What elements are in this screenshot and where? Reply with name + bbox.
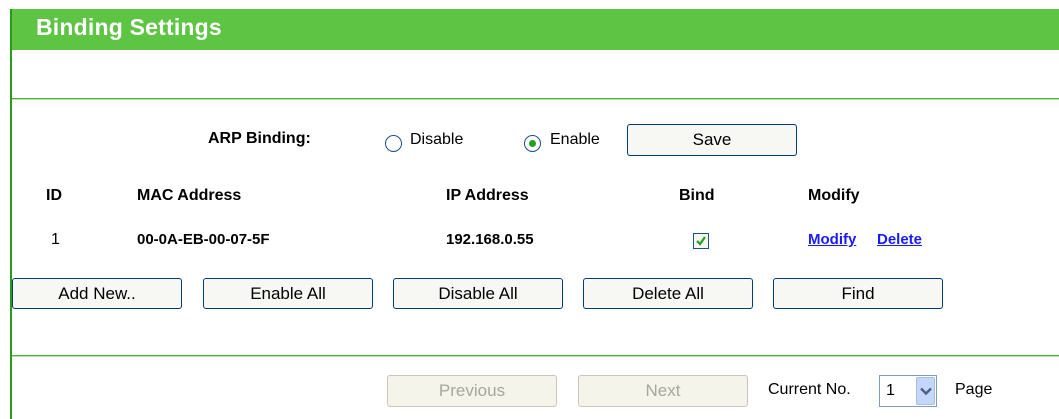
page-title: Binding Settings bbox=[36, 14, 222, 40]
delete-link[interactable]: Delete bbox=[877, 231, 922, 248]
arp-enable-label: Enable bbox=[550, 131, 600, 148]
check-icon bbox=[696, 236, 706, 246]
arp-enable-radio[interactable] bbox=[524, 135, 541, 152]
save-button[interactable]: Save bbox=[627, 124, 797, 156]
arp-disable-label: Disable bbox=[410, 131, 464, 148]
column-header-id: ID bbox=[46, 187, 62, 204]
add-new-button[interactable]: Add New.. bbox=[12, 278, 182, 309]
column-header-mac: MAC Address bbox=[137, 187, 242, 204]
arp-binding-label: ARP Binding: bbox=[208, 130, 311, 147]
page-frame bbox=[10, 9, 1059, 419]
modify-link[interactable]: Modify bbox=[808, 231, 856, 248]
current-no-label: Current No. bbox=[768, 381, 851, 398]
enable-all-button[interactable]: Enable All bbox=[203, 278, 373, 309]
page-select[interactable]: 1 bbox=[879, 375, 937, 407]
divider-bottom bbox=[12, 355, 1059, 357]
arp-disable-radio[interactable] bbox=[385, 135, 402, 152]
row-ip-address: 192.168.0.55 bbox=[446, 231, 534, 248]
radio-selected-dot bbox=[529, 140, 536, 147]
row-id: 1 bbox=[51, 231, 60, 248]
row-mac-address: 00-0A-EB-00-07-5F bbox=[137, 231, 270, 248]
column-header-modify: Modify bbox=[808, 187, 860, 204]
delete-all-button[interactable]: Delete All bbox=[583, 278, 753, 309]
bind-checkbox[interactable] bbox=[693, 233, 709, 249]
page-select-value: 1 bbox=[886, 382, 895, 399]
chevron-down-icon bbox=[920, 387, 932, 396]
disable-all-button[interactable]: Disable All bbox=[393, 278, 563, 309]
page-label: Page bbox=[955, 381, 993, 398]
column-header-ip: IP Address bbox=[446, 187, 529, 204]
find-button[interactable]: Find bbox=[773, 278, 943, 309]
dropdown-arrow[interactable] bbox=[916, 377, 935, 405]
next-button[interactable]: Next bbox=[578, 375, 748, 407]
previous-button[interactable]: Previous bbox=[387, 375, 557, 407]
column-header-bind: Bind bbox=[679, 187, 715, 204]
divider-top bbox=[12, 98, 1059, 100]
